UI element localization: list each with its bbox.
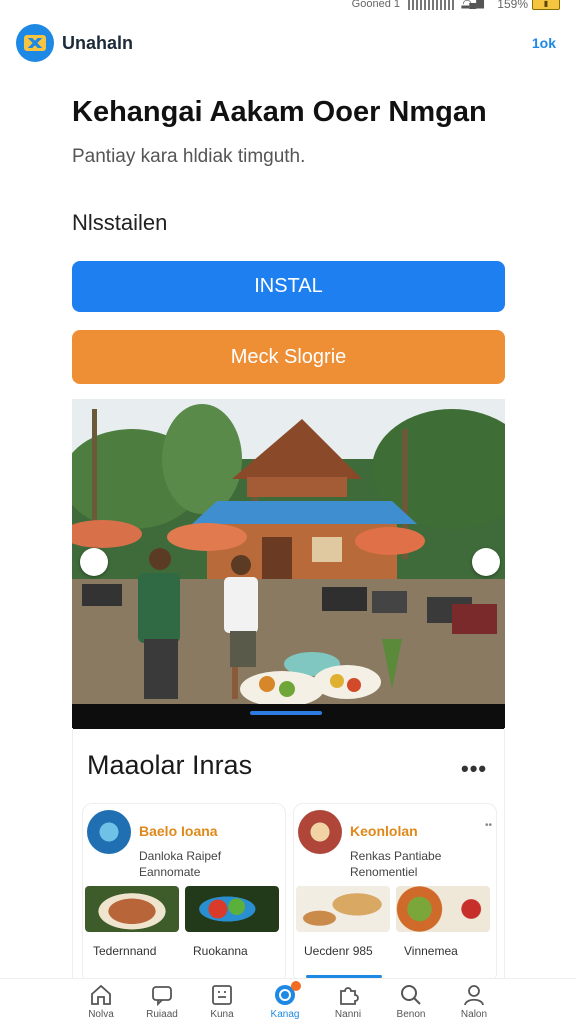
tab-label: Ruiaad bbox=[146, 1009, 178, 1020]
tab-grid[interactable]: Kuna bbox=[192, 983, 252, 1020]
search-icon bbox=[401, 985, 421, 1005]
recommendation-card[interactable]: Baelo Ioana Danloka Raipef Eannomate Ted… bbox=[82, 803, 286, 983]
carrier-text: Gooned 1 bbox=[351, 0, 400, 10]
avatar bbox=[298, 810, 342, 854]
battery-percent: 159% bbox=[497, 0, 528, 11]
tab-label: Nolva bbox=[88, 1009, 114, 1020]
more-options-icon[interactable]: ••• bbox=[461, 756, 487, 782]
hero-image[interactable] bbox=[72, 399, 505, 729]
notification-badge bbox=[291, 981, 301, 991]
card-description: Danloka Raipef Eannomate bbox=[139, 849, 222, 879]
tab-puzzle[interactable]: Nanni bbox=[318, 983, 378, 1020]
signal-icon bbox=[408, 0, 454, 10]
status-bar: Gooned 1 ◠ ▂▄▆ 159% ▮ bbox=[0, 0, 576, 14]
food-thumbnail[interactable] bbox=[185, 886, 279, 932]
carousel-next-button[interactable] bbox=[472, 548, 500, 576]
tab-label: Nanni bbox=[334, 1009, 362, 1020]
secondary-button[interactable]: Meck Slogrie bbox=[72, 330, 505, 384]
food-thumbnail[interactable] bbox=[85, 886, 179, 932]
tab-profile[interactable]: Nalon bbox=[444, 983, 504, 1020]
tab-label: Nalon bbox=[460, 1009, 488, 1020]
section-title: Maaolar Inras bbox=[87, 750, 253, 780]
tab-home[interactable]: Nolva bbox=[71, 983, 131, 1020]
recommendation-card[interactable]: Keonlolan •• Renkas Pantiabe Renomentiel… bbox=[293, 803, 497, 983]
battery-icon: ▮ bbox=[532, 0, 560, 10]
carousel-prev-button[interactable] bbox=[80, 548, 108, 576]
tab-label: Benon bbox=[396, 1009, 426, 1020]
tab-active-indicator bbox=[306, 975, 382, 978]
card-menu-icon[interactable]: •• bbox=[485, 820, 492, 831]
card-title: Baelo Ioana bbox=[139, 823, 218, 839]
header-action-link[interactable]: 1ok bbox=[532, 35, 556, 51]
avatar bbox=[87, 810, 131, 854]
install-section-label: Nlsstailen bbox=[72, 210, 168, 235]
app-title: Unahaln bbox=[62, 33, 134, 53]
puzzle-icon bbox=[340, 987, 359, 1005]
card-description: Renkas Pantiabe Renomentiel bbox=[350, 849, 442, 879]
home-icon bbox=[91, 984, 111, 1005]
card-title: Keonlolan bbox=[350, 823, 418, 839]
grid-icon bbox=[212, 985, 232, 1005]
thumbnail-caption: Vinnemea bbox=[404, 944, 458, 958]
tab-label: Kuna bbox=[210, 1009, 234, 1020]
chat-icon bbox=[152, 986, 172, 1007]
hero-illustration bbox=[72, 399, 505, 729]
tab-chat[interactable]: Ruiaad bbox=[132, 983, 192, 1020]
page-headline: Kehangai Aakam Ooer Nmgan bbox=[72, 96, 487, 128]
install-button[interactable]: INSTAL bbox=[72, 261, 505, 312]
tab-search[interactable]: Benon bbox=[381, 983, 441, 1020]
page-subtitle: Pantiay kara hldiak timguth. bbox=[72, 146, 306, 167]
profile-icon bbox=[464, 985, 484, 1006]
tab-label: Kanag bbox=[270, 1009, 300, 1020]
thumbnail-caption: Ruokanna bbox=[193, 944, 248, 958]
app-logo-icon[interactable] bbox=[16, 24, 54, 62]
cell-bars-icon: ▂▄▆ bbox=[461, 0, 484, 9]
bottom-tab-bar: Nolva Ruiaad Kuna Kanag Nanni Benon Nalo… bbox=[0, 975, 576, 1024]
food-thumbnail[interactable] bbox=[296, 886, 390, 932]
thumbnail-caption: Uecdenr 985 bbox=[304, 944, 373, 958]
app-bar: Unahaln 1ok bbox=[16, 22, 556, 64]
thumbnail-caption: Tedernnand bbox=[93, 944, 157, 958]
food-thumbnail[interactable] bbox=[396, 886, 490, 932]
tab-camera[interactable]: Kanag bbox=[255, 981, 315, 1020]
